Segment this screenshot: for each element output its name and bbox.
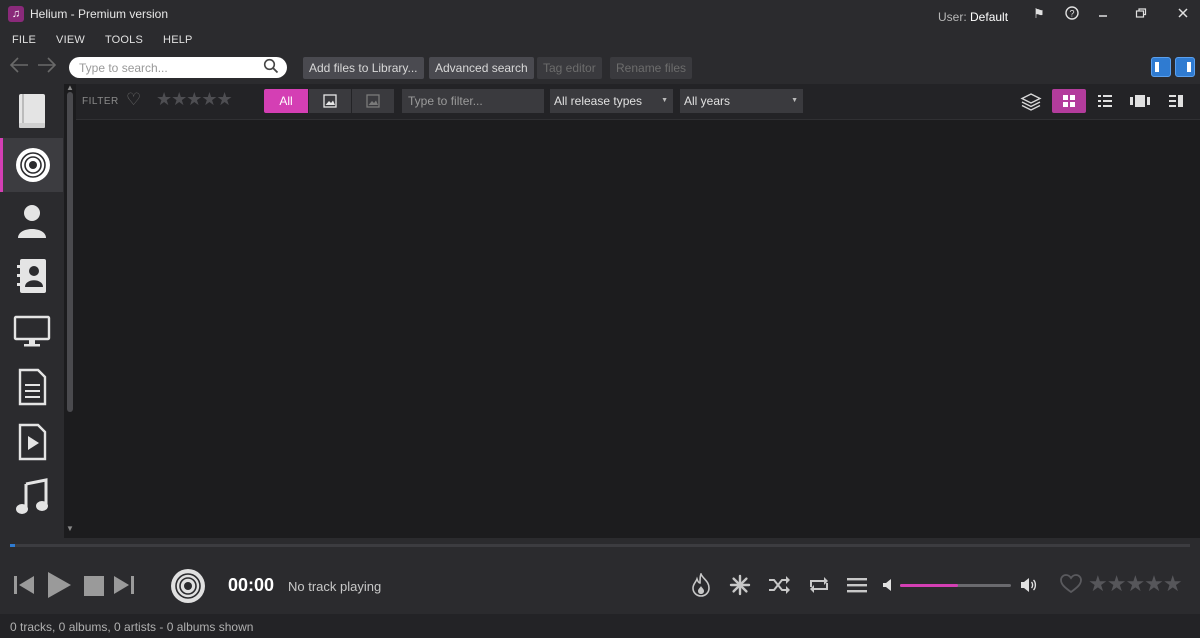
layers-icon[interactable]: [1014, 89, 1048, 113]
left-panel-toggle-icon[interactable]: [1151, 57, 1171, 77]
library-stats: 0 tracks, 0 albums, 0 artists - 0 albums…: [10, 620, 254, 634]
contacts-card-icon: [16, 259, 46, 293]
coverflow-view-icon[interactable]: [1123, 89, 1157, 113]
library-book-icon: [18, 94, 45, 128]
chevron-down-icon: ▼: [661, 97, 668, 104]
menu-help[interactable]: HELP: [163, 34, 193, 46]
grid-view-icon[interactable]: [1052, 89, 1086, 113]
sidebar-item-videos[interactable]: [0, 415, 63, 469]
document-list-icon: [18, 368, 46, 406]
sidebar-item-library[interactable]: [0, 84, 63, 138]
release-types-value: All release types: [554, 94, 643, 108]
chevron-down-icon: ▼: [791, 97, 798, 104]
list-view-icon[interactable]: [1088, 89, 1122, 113]
sidebar-item-artists[interactable]: [0, 194, 63, 248]
right-panel-toggle-icon[interactable]: [1175, 57, 1195, 77]
rename-files-button[interactable]: Rename files: [610, 57, 693, 79]
filter-without-cover-button[interactable]: [352, 89, 394, 113]
menu-bar: FILE VIEW TOOLS HELP: [0, 28, 1200, 52]
now-playing-disc-icon[interactable]: [170, 568, 206, 607]
filter-input[interactable]: [402, 89, 544, 113]
stop-icon[interactable]: [83, 575, 105, 600]
filter-with-cover-button[interactable]: [309, 89, 351, 113]
menu-view[interactable]: VIEW: [56, 34, 85, 46]
back-arrow-icon[interactable]: [8, 54, 30, 82]
seek-slider[interactable]: [10, 544, 1190, 547]
menu-file[interactable]: FILE: [12, 34, 36, 46]
track-rating-stars-icon[interactable]: ★★★★★: [1088, 571, 1183, 597]
filter-all-button[interactable]: All: [264, 89, 308, 113]
scroll-up-icon[interactable]: ▲: [66, 83, 74, 92]
tag-editor-button[interactable]: Tag editor: [537, 57, 602, 79]
minimize-icon[interactable]: [1095, 6, 1111, 22]
sidebar: [0, 84, 64, 538]
scrollbar-thumb[interactable]: [67, 92, 73, 412]
flag-icon[interactable]: ⚑: [1031, 6, 1047, 22]
release-types-dropdown[interactable]: All release types ▼: [550, 89, 673, 113]
menu-tools[interactable]: TOOLS: [105, 34, 143, 46]
help-icon[interactable]: ?: [1064, 6, 1080, 22]
sidebar-item-devices[interactable]: [0, 304, 63, 358]
sidebar-item-playlists[interactable]: [0, 360, 63, 414]
window-title: Helium - Premium version: [30, 7, 169, 21]
sidebar-item-albums[interactable]: [0, 138, 63, 192]
add-files-button[interactable]: Add files to Library...: [303, 57, 424, 79]
title-bar: ♫ Helium - Premium version: [0, 0, 1200, 28]
years-value: All years: [684, 94, 731, 108]
sidebar-scrollbar[interactable]: ▲ ▼: [65, 83, 75, 538]
filter-label: FILTER: [82, 96, 119, 107]
helium-app-icon: ♫: [8, 6, 24, 22]
image-with-cover-icon: [323, 94, 337, 108]
play-icon[interactable]: [45, 570, 73, 603]
volume-low-icon[interactable]: [882, 578, 894, 595]
playback-time: 00:00: [228, 575, 275, 595]
forward-arrow-icon[interactable]: [36, 54, 58, 82]
next-track-icon[interactable]: [112, 574, 136, 599]
scroll-down-icon[interactable]: ▼: [66, 524, 74, 533]
now-playing-status: No track playing: [288, 579, 382, 594]
user-label[interactable]: User: Default: [938, 10, 1008, 24]
volume-high-icon[interactable]: [1020, 577, 1038, 596]
repeat-icon[interactable]: [807, 575, 831, 598]
image-without-cover-icon: [366, 94, 380, 108]
restore-icon[interactable]: [1133, 6, 1149, 22]
previous-track-icon[interactable]: [12, 574, 36, 599]
sidebar-item-contacts[interactable]: [0, 249, 63, 303]
filter-heart-icon[interactable]: ♡: [126, 90, 141, 110]
filter-rating-stars-icon[interactable]: ★★★★★: [156, 89, 233, 110]
advanced-search-button[interactable]: Advanced search: [429, 57, 534, 79]
user-name: Default: [970, 10, 1009, 24]
years-dropdown[interactable]: All years ▼: [680, 89, 803, 113]
video-play-icon: [18, 423, 46, 461]
seek-progress: [10, 544, 15, 547]
artist-person-icon: [17, 205, 46, 238]
close-icon[interactable]: [1175, 6, 1191, 22]
user-prefix: User:: [938, 10, 967, 24]
music-note-icon: [15, 478, 48, 514]
favorite-heart-icon[interactable]: [1060, 574, 1082, 597]
shuffle-icon[interactable]: [767, 575, 791, 598]
flame-icon[interactable]: [690, 572, 712, 600]
monitor-icon: [13, 315, 50, 347]
sidebar-item-music[interactable]: [0, 470, 63, 524]
details-view-icon[interactable]: [1159, 89, 1193, 113]
search-icon[interactable]: [262, 58, 280, 76]
svg-text:?: ?: [1069, 9, 1074, 19]
queue-menu-icon[interactable]: [846, 576, 868, 597]
asterisk-icon[interactable]: [729, 574, 751, 599]
volume-slider[interactable]: [900, 584, 1011, 587]
search-input[interactable]: [69, 57, 287, 78]
album-grid-area[interactable]: [76, 120, 1200, 538]
album-disc-icon: [16, 148, 50, 182]
volume-level: [900, 584, 958, 587]
